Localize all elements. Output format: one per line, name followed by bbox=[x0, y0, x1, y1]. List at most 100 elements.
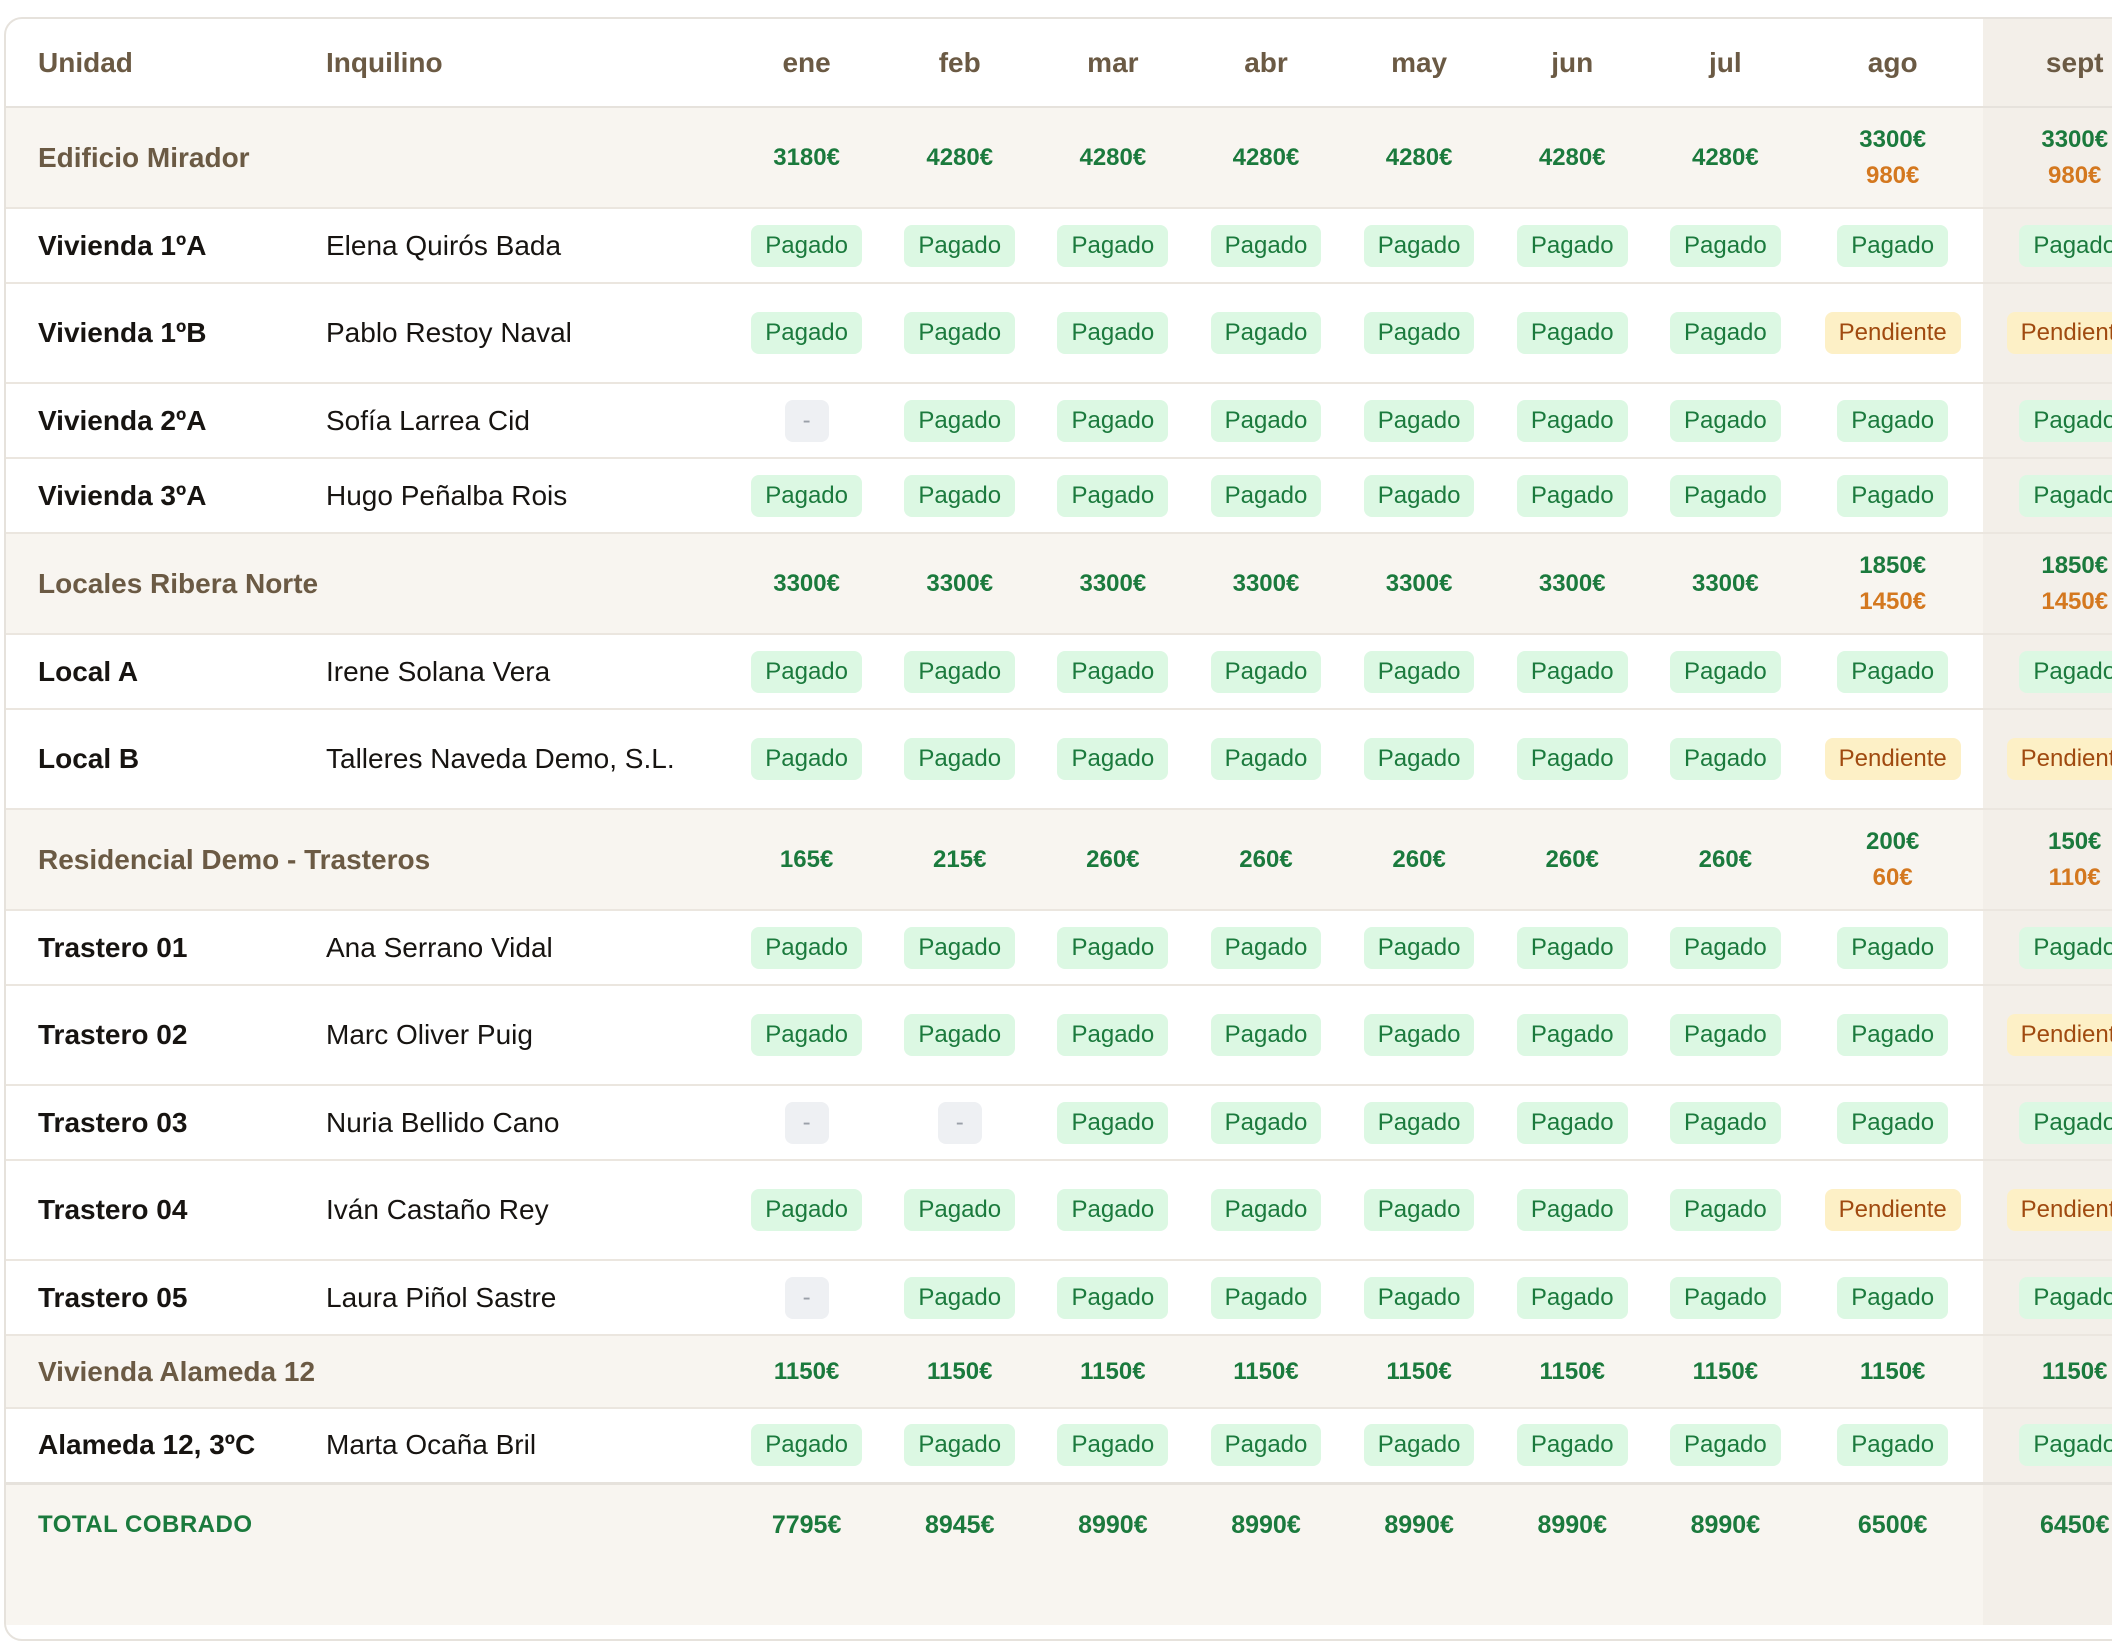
unit-row[interactable]: Vivienda 3ºA Hugo Peñalba Rois Pagado Pagad… bbox=[6, 458, 2112, 534]
column-header-month[interactable]: ago bbox=[1801, 19, 1984, 108]
status-badge-empty[interactable]: - bbox=[784, 1101, 829, 1144]
column-header-unit[interactable]: Unidad bbox=[6, 19, 294, 108]
status-badge-paid[interactable]: Pagado bbox=[751, 1424, 862, 1467]
status-badge-empty[interactable]: - bbox=[784, 399, 829, 442]
status-badge-paid[interactable]: Pagado bbox=[904, 926, 1016, 969]
status-badge-paid[interactable]: Pagado bbox=[904, 1424, 1016, 1467]
status-badge-paid[interactable]: Pagado bbox=[1057, 738, 1169, 780]
status-badge-paid[interactable]: Pagado bbox=[1669, 1276, 1781, 1319]
property-group-row[interactable]: Locales Ribera Norte 3300€ 3300€ 3300€ 3300€… bbox=[6, 533, 2112, 635]
status-badge-paid[interactable]: Pagado bbox=[1210, 1424, 1322, 1467]
status-badge-paid[interactable]: Pagado bbox=[1837, 1101, 1949, 1144]
column-header-month[interactable]: feb bbox=[883, 19, 1037, 108]
status-badge-pending[interactable]: Pendiente bbox=[2006, 1014, 2112, 1056]
status-badge-paid[interactable]: Pagado bbox=[904, 474, 1016, 517]
unit-row[interactable]: Alameda 12, 3ºC Marta Ocaña Bril Pagado Pag… bbox=[6, 1408, 2112, 1484]
status-badge-paid[interactable]: Pagado bbox=[1837, 1424, 1949, 1467]
status-badge-paid[interactable]: Pagado bbox=[2019, 474, 2112, 517]
status-badge-paid[interactable]: Pagado bbox=[1057, 312, 1169, 354]
status-badge-paid[interactable]: Pagado bbox=[1837, 1276, 1949, 1319]
status-badge-paid[interactable]: Pagado bbox=[1837, 224, 1949, 267]
status-badge-paid[interactable]: Pagado bbox=[1669, 1424, 1781, 1467]
status-badge-paid[interactable]: Pagado bbox=[1669, 474, 1781, 517]
property-group-row[interactable]: Vivienda Alameda 12 1150€ 1150€ 1150€ 1150€ 1… bbox=[6, 1335, 2112, 1409]
status-badge-paid[interactable]: Pagado bbox=[1516, 1424, 1628, 1467]
status-badge-paid[interactable]: Pagado bbox=[1210, 650, 1322, 693]
unit-row[interactable]: Trastero 02 Marc Oliver Puig Pagado Pagado P… bbox=[6, 985, 2112, 1086]
status-badge-paid[interactable]: Pagado bbox=[904, 650, 1016, 693]
status-badge-paid[interactable]: Pagado bbox=[1057, 1014, 1169, 1056]
column-header-tenant[interactable]: Inquilino bbox=[294, 19, 731, 108]
status-badge-paid[interactable]: Pagado bbox=[1210, 1189, 1322, 1231]
status-badge-paid[interactable]: Pagado bbox=[1210, 1014, 1322, 1056]
status-badge-paid[interactable]: Pagado bbox=[1057, 1276, 1169, 1319]
status-badge-paid[interactable]: Pagado bbox=[1669, 1189, 1781, 1231]
status-badge-paid[interactable]: Pagado bbox=[1837, 926, 1949, 969]
status-badge-paid[interactable]: Pagado bbox=[2019, 399, 2112, 442]
column-header-month[interactable]: ene bbox=[730, 19, 884, 108]
status-badge-paid[interactable]: Pagado bbox=[751, 312, 862, 354]
property-group-row[interactable]: Residencial Demo - Trasteros 165€ 215€ 260€… bbox=[6, 809, 2112, 911]
status-badge-paid[interactable]: Pagado bbox=[1669, 1014, 1781, 1056]
status-badge-paid[interactable]: Pagado bbox=[1210, 738, 1322, 780]
status-badge-paid[interactable]: Pagado bbox=[1057, 1189, 1169, 1231]
status-badge-paid[interactable]: Pagado bbox=[1363, 312, 1475, 354]
status-badge-paid[interactable]: Pagado bbox=[1057, 650, 1169, 693]
status-badge-paid[interactable]: Pagado bbox=[1363, 738, 1475, 780]
status-badge-pending[interactable]: Pendiente bbox=[2006, 738, 2112, 780]
column-header-month[interactable]: abr bbox=[1189, 19, 1343, 108]
status-badge-paid[interactable]: Pagado bbox=[904, 1276, 1016, 1319]
status-badge-paid[interactable]: Pagado bbox=[1363, 1276, 1475, 1319]
status-badge-paid[interactable]: Pagado bbox=[1363, 1424, 1475, 1467]
status-badge-empty[interactable]: - bbox=[784, 1276, 829, 1319]
status-badge-paid[interactable]: Pagado bbox=[1837, 650, 1949, 693]
status-badge-paid[interactable]: Pagado bbox=[1210, 1101, 1322, 1144]
status-badge-paid[interactable]: Pagado bbox=[904, 738, 1016, 780]
status-badge-paid[interactable]: Pagado bbox=[904, 1014, 1016, 1056]
status-badge-paid[interactable]: Pagado bbox=[1669, 650, 1781, 693]
status-badge-paid[interactable]: Pagado bbox=[1837, 399, 1949, 442]
status-badge-paid[interactable]: Pagado bbox=[2019, 650, 2112, 693]
status-badge-paid[interactable]: Pagado bbox=[2019, 224, 2112, 267]
status-badge-paid[interactable]: Pagado bbox=[751, 1189, 862, 1231]
status-badge-paid[interactable]: Pagado bbox=[2019, 926, 2112, 969]
status-badge-paid[interactable]: Pagado bbox=[2019, 1276, 2112, 1319]
unit-row[interactable]: Local B Talleres Naveda Demo, S.L. Pagado P… bbox=[6, 709, 2112, 810]
status-badge-paid[interactable]: Pagado bbox=[1516, 399, 1628, 442]
status-badge-pending[interactable]: Pendiente bbox=[1824, 312, 1961, 354]
status-badge-pending[interactable]: Pendiente bbox=[1824, 1189, 1961, 1231]
status-badge-paid[interactable]: Pagado bbox=[1837, 474, 1949, 517]
column-header-month[interactable]: jun bbox=[1495, 19, 1649, 108]
status-badge-paid[interactable]: Pagado bbox=[1516, 312, 1628, 354]
status-badge-paid[interactable]: Pagado bbox=[1057, 399, 1169, 442]
status-badge-paid[interactable]: Pagado bbox=[1516, 224, 1628, 267]
status-badge-paid[interactable]: Pagado bbox=[2019, 1101, 2112, 1144]
property-group-row[interactable]: Edificio Mirador 3180€ 4280€ 4280€ 4280€ 4280… bbox=[6, 107, 2112, 209]
status-badge-paid[interactable]: Pagado bbox=[1057, 1101, 1169, 1144]
column-header-month[interactable]: may bbox=[1342, 19, 1496, 108]
status-badge-paid[interactable]: Pagado bbox=[1210, 474, 1322, 517]
status-badge-paid[interactable]: Pagado bbox=[751, 738, 862, 780]
status-badge-paid[interactable]: Pagado bbox=[1669, 738, 1781, 780]
status-badge-paid[interactable]: Pagado bbox=[1669, 399, 1781, 442]
status-badge-paid[interactable]: Pagado bbox=[1210, 312, 1322, 354]
status-badge-paid[interactable]: Pagado bbox=[904, 224, 1016, 267]
status-badge-paid[interactable]: Pagado bbox=[1363, 474, 1475, 517]
status-badge-paid[interactable]: Pagado bbox=[1057, 1424, 1169, 1467]
status-badge-paid[interactable]: Pagado bbox=[1057, 224, 1169, 267]
status-badge-paid[interactable]: Pagado bbox=[1516, 926, 1628, 969]
column-header-month[interactable]: mar bbox=[1036, 19, 1190, 108]
status-badge-paid[interactable]: Pagado bbox=[904, 399, 1016, 442]
unit-row[interactable]: Local A Irene Solana Vera Pagado Pagado Paga… bbox=[6, 634, 2112, 710]
unit-row[interactable]: Trastero 03 Nuria Bellido Cano - - Pagado Pag… bbox=[6, 1085, 2112, 1161]
status-badge-pending[interactable]: Pendiente bbox=[1824, 738, 1961, 780]
unit-row[interactable]: Trastero 01 Ana Serrano Vidal Pagado Pagado… bbox=[6, 910, 2112, 986]
status-badge-paid[interactable]: Pagado bbox=[1516, 1276, 1628, 1319]
status-badge-empty[interactable]: - bbox=[937, 1101, 982, 1144]
status-badge-paid[interactable]: Pagado bbox=[1669, 926, 1781, 969]
status-badge-pending[interactable]: Pendiente bbox=[2006, 312, 2112, 354]
status-badge-paid[interactable]: Pagado bbox=[1057, 926, 1169, 969]
status-badge-paid[interactable]: Pagado bbox=[1363, 926, 1475, 969]
column-header-month-current[interactable]: sept bbox=[1983, 19, 2112, 108]
column-header-month[interactable]: jul bbox=[1648, 19, 1802, 108]
